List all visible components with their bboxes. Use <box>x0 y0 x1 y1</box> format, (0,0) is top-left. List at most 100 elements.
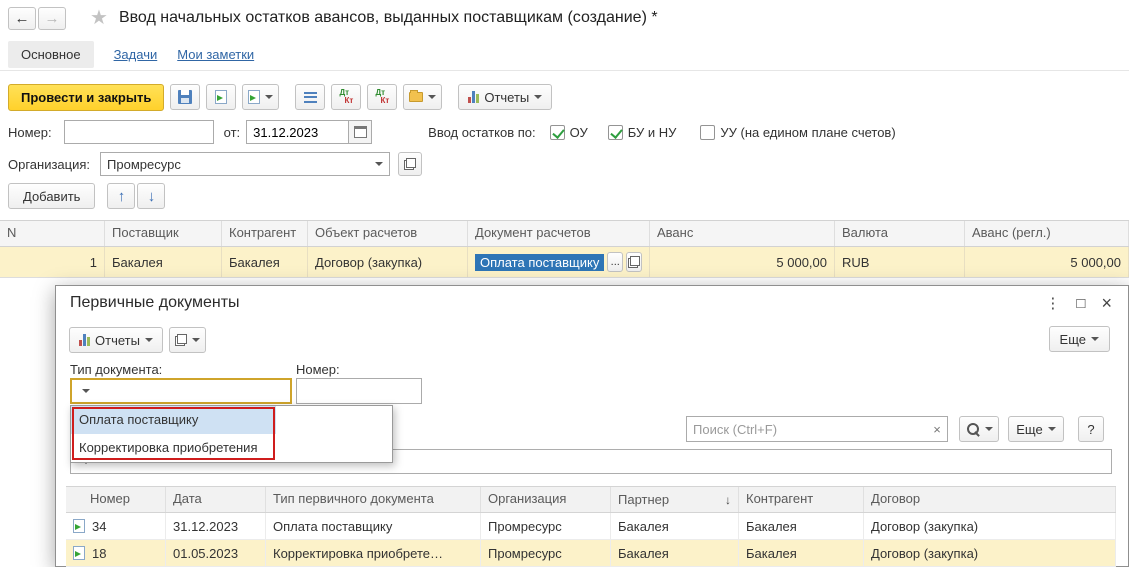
number-input[interactable] <box>64 120 214 144</box>
checkbox-bu[interactable]: БУ и НУ <box>608 125 677 140</box>
date-label: от: <box>224 125 241 140</box>
doc-number-input[interactable] <box>296 378 422 404</box>
cell-partner[interactable]: Бакалея <box>611 513 739 540</box>
doc-number-label: Номер: <box>296 362 340 377</box>
cell-org[interactable]: Промресурс <box>481 540 611 567</box>
window-menu-icon[interactable]: ⋮ <box>1045 296 1060 311</box>
col-date[interactable]: Дата <box>166 487 266 512</box>
organization-row: Организация: Промресурс <box>0 150 422 178</box>
col-advance[interactable]: Аванс <box>650 221 835 246</box>
dropdown-item-payment[interactable]: Оплата поставщику <box>71 406 276 434</box>
dialog-more-button[interactable]: Еще <box>1008 416 1064 442</box>
col-contract[interactable]: Договор <box>864 487 1116 512</box>
window-header: ← → ★ Ввод начальных остатков авансов, в… <box>0 0 1129 36</box>
col-partner[interactable]: Партнер↓ <box>611 487 739 512</box>
cell-settlement-object[interactable]: Договор (закупка) <box>308 247 468 277</box>
col-currency[interactable]: Валюта <box>835 221 965 246</box>
organization-value: Промресурс <box>107 157 370 172</box>
date-input[interactable] <box>246 120 348 144</box>
doc-type-combobox[interactable] <box>70 378 292 404</box>
col-settlement-object[interactable]: Объект расчетов <box>308 221 468 246</box>
dialog-more-top-button[interactable]: Еще <box>1049 326 1110 352</box>
col-settlement-doc[interactable]: Документ расчетов <box>468 221 650 246</box>
cell-currency[interactable]: RUB <box>835 247 965 277</box>
tab-main[interactable]: Основное <box>8 41 94 68</box>
dialog-reports-label: Отчеты <box>95 333 140 348</box>
cell-date[interactable]: 31.12.2023 <box>166 513 266 540</box>
col-supplier[interactable]: Поставщик <box>105 221 222 246</box>
cell-counterparty[interactable]: Бакалея <box>222 247 308 277</box>
col-n[interactable]: N <box>0 221 105 246</box>
forward-button[interactable]: → <box>38 7 66 30</box>
col-doc-type[interactable]: Тип первичного документа <box>266 487 481 512</box>
tab-notes[interactable]: Мои заметки <box>177 47 254 62</box>
table-row[interactable]: 1 Бакалея Бакалея Договор (закупка) Опла… <box>0 247 1129 278</box>
cell-doc-type[interactable]: Корректировка приобрете… <box>266 540 481 567</box>
cell-doc-type[interactable]: Оплата поставщику <box>266 513 481 540</box>
move-down-button[interactable]: ↓ <box>137 183 165 209</box>
cell-advance-reg[interactable]: 5 000,00 <box>965 247 1129 277</box>
organization-open-button[interactable] <box>398 152 422 176</box>
settlement-doc-ellipsis-button[interactable]: ... <box>607 252 623 272</box>
save-button[interactable] <box>170 84 200 110</box>
post-button[interactable] <box>206 84 236 110</box>
cell-n[interactable]: 1 <box>0 247 105 277</box>
cell-contract[interactable]: Договор (закупка) <box>864 513 1116 540</box>
dialog-export-button[interactable] <box>169 327 206 353</box>
list-icon <box>304 92 317 103</box>
checkbox-ou[interactable]: ОУ <box>550 125 588 140</box>
tab-tasks[interactable]: Задачи <box>114 47 158 62</box>
create-based-on-button[interactable] <box>242 84 279 110</box>
chevron-down-icon <box>428 95 436 99</box>
documents-table-header: Номер Дата Тип первичного документа Орга… <box>66 486 1116 513</box>
cell-date[interactable]: 01.05.2023 <box>166 540 266 567</box>
maximize-icon[interactable]: □ <box>1076 296 1085 311</box>
search-clear-icon[interactable]: × <box>927 422 947 437</box>
calendar-button[interactable] <box>348 120 372 144</box>
help-button[interactable]: ? <box>1078 416 1104 442</box>
organization-combobox[interactable]: Промресурс <box>100 152 390 176</box>
chevron-down-icon <box>1091 337 1099 341</box>
structure-button[interactable] <box>403 84 442 110</box>
advances-table: N Поставщик Контрагент Объект расчетов Д… <box>0 220 1129 278</box>
move-up-button[interactable]: ↑ <box>107 183 135 209</box>
cell-counterparty[interactable]: Бакалея <box>739 540 864 567</box>
cell-counterparty[interactable]: Бакалея <box>739 513 864 540</box>
col-advance-reg[interactable]: Аванс (регл.) <box>965 221 1129 246</box>
cell-contract[interactable]: Договор (закупка) <box>864 540 1116 567</box>
add-button[interactable]: Добавить <box>8 183 95 209</box>
dialog-reports-button[interactable]: Отчеты <box>69 327 163 353</box>
col-counterparty[interactable]: Контрагент <box>222 221 308 246</box>
col-counterparty[interactable]: Контрагент <box>739 487 864 512</box>
cell-number[interactable]: 18 <box>66 540 166 567</box>
checkbox-uu-box[interactable] <box>700 125 715 140</box>
cell-number[interactable]: 34 <box>66 513 166 540</box>
cell-org[interactable]: Промресурс <box>481 513 611 540</box>
table-row[interactable]: 34 31.12.2023 Оплата поставщику Промресу… <box>66 513 1116 540</box>
back-button[interactable]: ← <box>8 7 36 30</box>
search-options-button[interactable] <box>959 416 999 442</box>
settlement-doc-selected-value[interactable]: Оплата поставщику <box>475 254 604 271</box>
cell-partner[interactable]: Бакалея <box>611 540 739 567</box>
close-icon[interactable]: × <box>1101 296 1112 311</box>
post-and-close-button[interactable]: Провести и закрыть <box>8 84 164 111</box>
settlement-doc-open-button[interactable] <box>626 252 642 272</box>
search-field: × <box>686 416 948 442</box>
checkbox-ou-box[interactable] <box>550 125 565 140</box>
col-org[interactable]: Организация <box>481 487 611 512</box>
register-records-button[interactable] <box>295 84 325 110</box>
dtkt-button[interactable]: ДтКт <box>331 84 361 110</box>
dropdown-item-correction[interactable]: Корректировка приобретения <box>71 434 392 462</box>
cell-advance[interactable]: 5 000,00 <box>650 247 835 277</box>
checkbox-bu-box[interactable] <box>608 125 623 140</box>
kt-label: Кт <box>344 97 353 105</box>
cell-supplier[interactable]: Бакалея <box>105 247 222 277</box>
cell-settlement-doc[interactable]: Оплата поставщику ... <box>468 247 650 277</box>
checkbox-uu[interactable]: УУ (на едином плане счетов) <box>700 125 895 140</box>
table-row[interactable]: 18 01.05.2023 Корректировка приобрете… П… <box>66 540 1116 567</box>
reports-button[interactable]: Отчеты <box>458 84 552 110</box>
favorite-star-icon[interactable]: ★ <box>90 8 108 28</box>
dtkt-alt-button[interactable]: ДтКт <box>367 84 397 110</box>
col-number[interactable]: Номер <box>66 487 166 512</box>
search-input[interactable] <box>687 422 927 437</box>
